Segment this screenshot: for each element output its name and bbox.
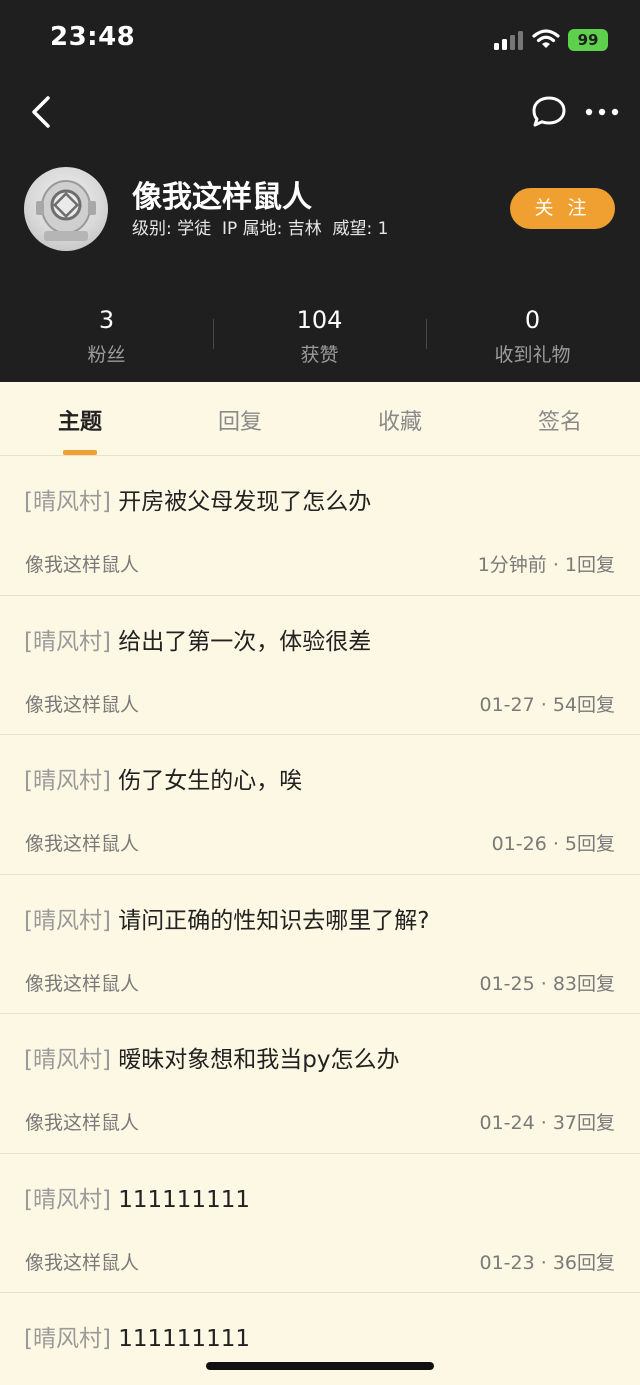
post-title-text: 请问正确的性知识去哪里了解? <box>118 907 430 934</box>
post-tag: [晴风村] <box>24 1326 111 1352</box>
stat-label: 获赞 <box>300 344 339 366</box>
post-tag: [晴风村] <box>24 1047 111 1073</box>
battery-level: 99 <box>577 31 599 49</box>
post-title-text: 暧昧对象想和我当py怎么办 <box>118 1047 400 1073</box>
list-item[interactable]: [晴风村] 暧昧对象想和我当py怎么办 像我这样鼠人 01-24 · 37回复 <box>0 1014 640 1154</box>
post-title: [晴风村] 开房被父母发现了怎么办 <box>24 482 371 516</box>
battery-icon: 99 <box>568 29 608 51</box>
stat-gifts[interactable]: 0 收到礼物 <box>426 306 639 367</box>
post-info: 01-24 · 37回复 <box>479 1112 615 1134</box>
post-author: 像我这样鼠人 <box>25 554 140 576</box>
stat-label: 粉丝 <box>87 344 126 366</box>
post-author: 像我这样鼠人 <box>25 693 140 716</box>
tab-active-indicator <box>63 450 97 455</box>
post-info: 01-26 · 5回复 <box>491 833 615 855</box>
post-info: 01-25 · 83回复 <box>479 972 615 995</box>
list-item[interactable]: [晴风村] 111111111 像我这样鼠人 01-23 · 36回复 <box>0 1154 640 1293</box>
post-title: [晴风村] 伤了女生的心，唉 <box>24 761 302 795</box>
post-tag: [晴风村] <box>24 628 111 655</box>
status-time: 23:48 <box>50 22 136 52</box>
tab-bar: 主题 回复 收藏 签名 <box>0 382 640 456</box>
post-tag: [晴风村] <box>24 907 111 934</box>
username: 像我这样鼠人 <box>132 180 312 215</box>
cellular-signal-icon <box>494 30 524 50</box>
tab-topics[interactable]: 主题 <box>0 404 160 436</box>
post-title-text: 111111111 <box>118 1326 250 1352</box>
post-tag: [晴风村] <box>24 768 111 794</box>
post-title-text: 开房被父母发现了怎么办 <box>118 489 372 515</box>
post-author: 像我这样鼠人 <box>25 833 140 855</box>
profile-page: 23:48 99 像我这样鼠人 级别: 学徒 IP 属地: 吉林 威望: 1 关… <box>0 0 640 1385</box>
post-title-text: 伤了女生的心，唉 <box>118 768 303 794</box>
stat-likes[interactable]: 104 获赞 <box>213 306 426 367</box>
profile-header: 23:48 99 像我这样鼠人 级别: 学徒 IP 属地: 吉林 威望: 1 关… <box>0 0 640 382</box>
stat-label: 收到礼物 <box>494 344 571 366</box>
post-info: 1分钟前 · 1回复 <box>477 554 615 576</box>
list-item[interactable]: [晴风村] 111111111 <box>0 1293 640 1385</box>
post-list: [晴风村] 开房被父母发现了怎么办 像我这样鼠人 1分钟前 · 1回复 [晴风村… <box>0 456 640 1385</box>
stat-value: 0 <box>524 306 541 334</box>
chat-bubble-icon[interactable] <box>530 94 568 130</box>
post-title-text: 111111111 <box>118 1186 250 1213</box>
more-dots-icon[interactable] <box>584 102 620 122</box>
post-info: 01-23 · 36回复 <box>479 1251 615 1274</box>
post-author: 像我这样鼠人 <box>25 972 140 995</box>
post-tag: [晴风村] <box>24 1186 111 1213</box>
post-title: [晴风村] 请问正确的性知识去哪里了解? <box>24 901 429 935</box>
post-info: 01-27 · 54回复 <box>479 693 615 716</box>
list-item[interactable]: [晴风村] 给出了第一次，体验很差 像我这样鼠人 01-27 · 54回复 <box>0 596 640 735</box>
post-title: [晴风村] 暧昧对象想和我当py怎么办 <box>24 1040 399 1074</box>
post-author: 像我这样鼠人 <box>25 1112 140 1134</box>
follow-button[interactable]: 关 注 <box>510 188 615 229</box>
post-author: 像我这样鼠人 <box>25 1251 140 1274</box>
post-title: [晴风村] 111111111 <box>24 1319 250 1353</box>
user-meta: 级别: 学徒 IP 属地: 吉林 威望: 1 <box>132 219 389 239</box>
post-title-text: 给出了第一次，体验很差 <box>118 628 372 655</box>
list-item[interactable]: [晴风村] 开房被父母发现了怎么办 像我这样鼠人 1分钟前 · 1回复 <box>0 456 640 596</box>
post-title: [晴风村] 给出了第一次，体验很差 <box>24 622 371 656</box>
post-tag: [晴风村] <box>24 489 111 515</box>
stat-value: 104 <box>296 306 343 334</box>
tab-replies[interactable]: 回复 <box>160 404 320 436</box>
tab-signature[interactable]: 签名 <box>480 404 640 436</box>
back-button[interactable] <box>24 92 60 132</box>
stat-value: 3 <box>98 306 115 334</box>
stat-fans[interactable]: 3 粉丝 <box>0 306 213 367</box>
wifi-icon <box>532 29 560 48</box>
diving-helmet-icon <box>36 180 96 241</box>
tab-favorites[interactable]: 收藏 <box>320 404 480 436</box>
list-item[interactable]: [晴风村] 伤了女生的心，唉 像我这样鼠人 01-26 · 5回复 <box>0 735 640 875</box>
avatar[interactable] <box>24 167 108 251</box>
home-indicator[interactable] <box>206 1362 434 1370</box>
post-title: [晴风村] 111111111 <box>24 1180 250 1214</box>
list-item[interactable]: [晴风村] 请问正确的性知识去哪里了解? 像我这样鼠人 01-25 · 83回复 <box>0 875 640 1014</box>
